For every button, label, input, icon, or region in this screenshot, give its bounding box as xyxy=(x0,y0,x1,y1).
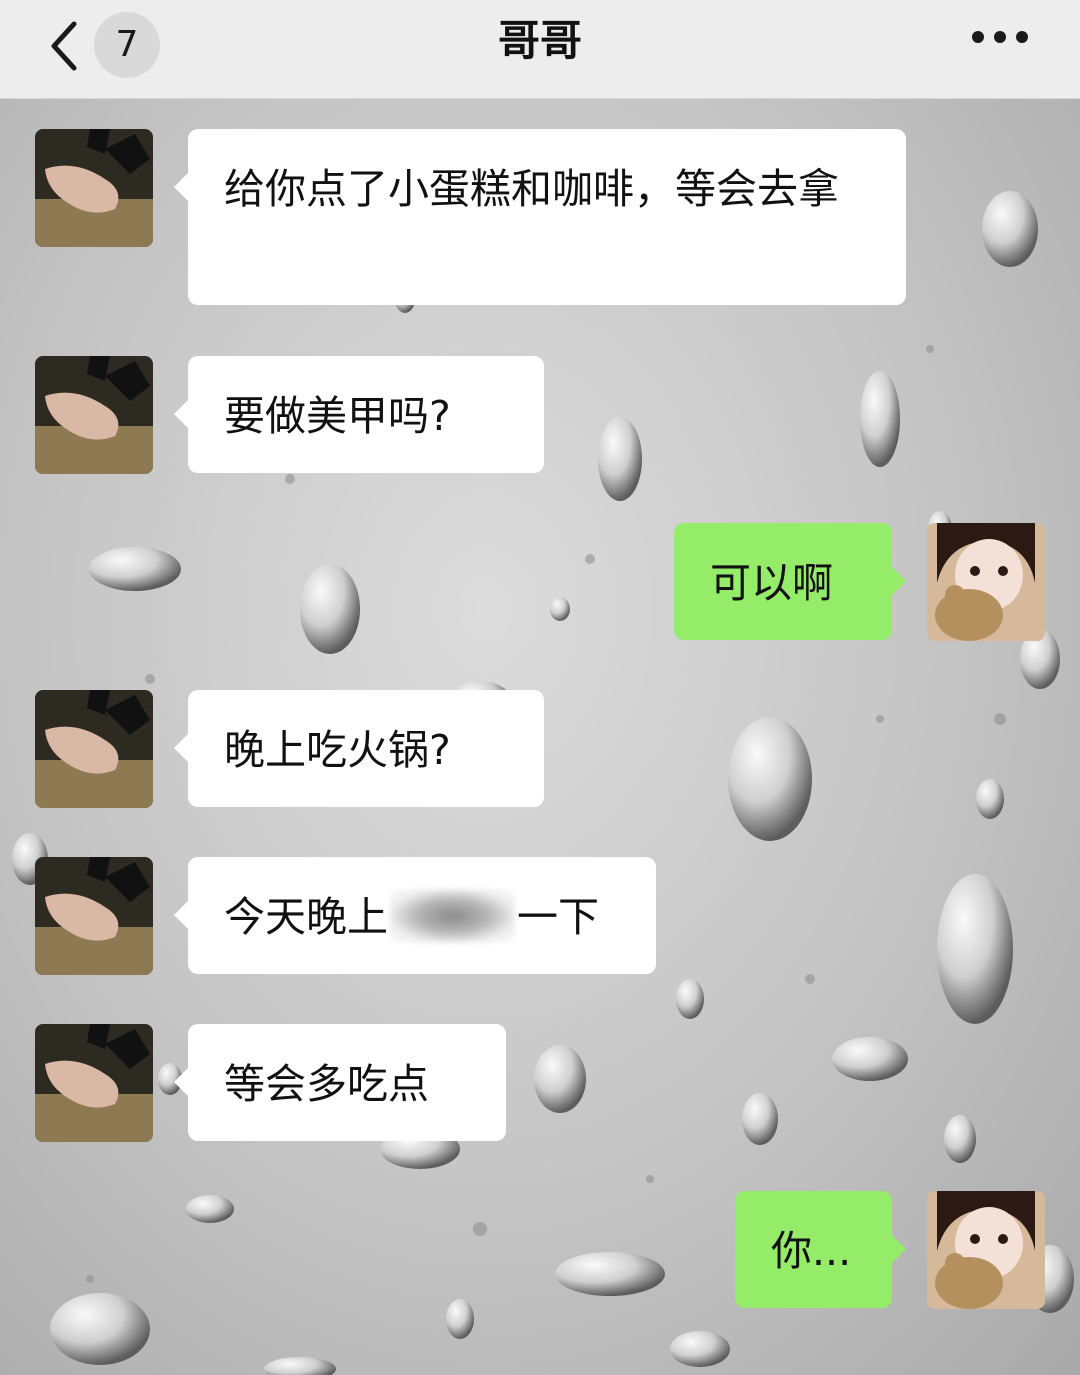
message-row: 等会多吃点 xyxy=(0,1024,1080,1144)
message-row: 晚上吃火锅? xyxy=(0,690,1080,810)
message-text-after: 一下 xyxy=(517,893,599,941)
my-avatar[interactable] xyxy=(927,1191,1045,1309)
message-row: 要做美甲吗? xyxy=(0,356,1080,476)
message-bubble[interactable]: 今天晚上 一下 xyxy=(174,857,656,974)
contact-avatar[interactable] xyxy=(35,1024,153,1142)
redaction-smudge xyxy=(390,889,515,943)
message-row: 你... xyxy=(0,1191,1080,1311)
message-text: 晚上吃火锅? xyxy=(224,726,451,774)
chat-area[interactable]: 给你点了小蛋糕和咖啡，等会去拿 要做美甲吗? 可以啊 晚上吃火锅? 今天晚上 一… xyxy=(0,99,1080,1375)
message-bubble[interactable]: 等会多吃点 xyxy=(174,1024,506,1141)
chat-title: 哥哥 xyxy=(497,16,582,65)
message-bubble[interactable]: 要做美甲吗? xyxy=(174,356,544,473)
message-bubble[interactable]: 给你点了小蛋糕和咖啡，等会去拿 xyxy=(174,129,906,305)
message-text: 等会多吃点 xyxy=(224,1060,429,1108)
message-text: 给你点了小蛋糕和咖啡，等会去拿 xyxy=(224,165,839,213)
contact-avatar[interactable] xyxy=(35,129,153,247)
chat-header: 7 哥哥 xyxy=(0,0,1080,99)
message-bubble[interactable]: 可以啊 xyxy=(674,523,906,640)
message-row: 可以啊 xyxy=(0,523,1080,643)
chevron-left-icon xyxy=(51,21,77,71)
contact-avatar[interactable] xyxy=(35,690,153,808)
unread-count-badge: 7 xyxy=(94,12,160,78)
more-options-button[interactable] xyxy=(960,12,1040,62)
message-text: 要做美甲吗? xyxy=(224,392,451,440)
message-row: 给你点了小蛋糕和咖啡，等会去拿 xyxy=(0,129,1080,309)
message-text: 你... xyxy=(771,1227,852,1275)
message-text: 可以啊 xyxy=(710,559,833,607)
message-bubble[interactable]: 你... xyxy=(735,1191,906,1308)
contact-avatar[interactable] xyxy=(35,356,153,474)
my-avatar[interactable] xyxy=(927,523,1045,641)
message-text-before: 今天晚上 xyxy=(224,893,388,941)
back-button[interactable]: 7 xyxy=(36,8,166,78)
contact-avatar[interactable] xyxy=(35,857,153,975)
message-row: 今天晚上 一下 xyxy=(0,857,1080,977)
more-dots-icon xyxy=(972,31,1028,43)
message-bubble[interactable]: 晚上吃火锅? xyxy=(174,690,544,807)
